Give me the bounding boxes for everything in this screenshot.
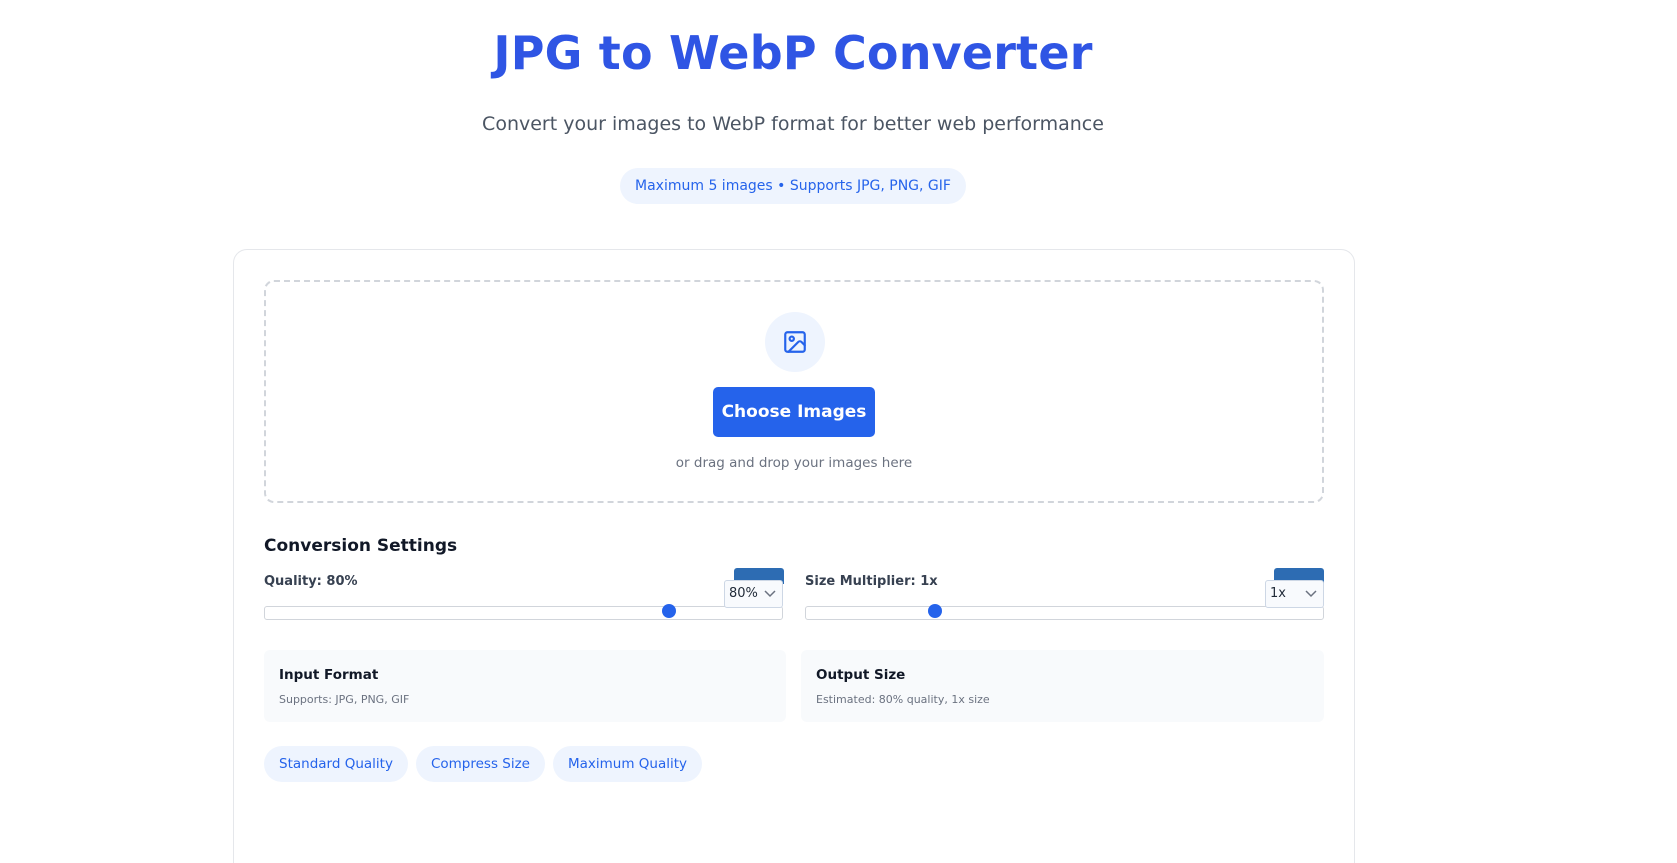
- preset-maximum-quality[interactable]: Maximum Quality: [553, 746, 703, 782]
- output-size-box: Output Size Estimated: 80% quality, 1x s…: [801, 650, 1324, 722]
- input-format-box: Input Format Supports: JPG, PNG, GIF: [264, 650, 786, 722]
- choose-images-button[interactable]: Choose Images: [713, 387, 875, 437]
- settings-title: Conversion Settings: [264, 536, 458, 556]
- chevron-down-icon: [1305, 590, 1317, 598]
- input-format-desc: Supports: JPG, PNG, GIF: [279, 693, 410, 706]
- page-subtitle: Convert your images to WebP format for b…: [482, 113, 1104, 135]
- size-multiplier-control: Size Multiplier: 1x 1x: [805, 568, 1324, 624]
- size-multiplier-select[interactable]: 1x: [1265, 580, 1324, 608]
- preset-buttons: Standard Quality Compress Size Maximum Q…: [264, 746, 703, 782]
- size-multiplier-slider-track[interactable]: [805, 606, 1324, 620]
- chevron-down-icon: [764, 590, 776, 598]
- output-size-title: Output Size: [816, 667, 906, 683]
- limits-badge: Maximum 5 images • Supports JPG, PNG, GI…: [620, 168, 966, 204]
- converter-card: Choose Images or drag and drop your imag…: [233, 249, 1355, 863]
- quality-slider-track[interactable]: [264, 606, 783, 620]
- preset-standard-quality[interactable]: Standard Quality: [264, 746, 408, 782]
- quality-select[interactable]: 80%: [724, 580, 783, 608]
- output-size-desc: Estimated: 80% quality, 1x size: [816, 693, 990, 706]
- size-multiplier-slider-thumb[interactable]: [927, 604, 942, 618]
- quality-control: Quality: 80% 80%: [264, 568, 784, 624]
- drop-hint: or drag and drop your images here: [675, 455, 913, 471]
- quality-select-value: 80%: [729, 586, 758, 601]
- size-multiplier-label: Size Multiplier: 1x: [805, 574, 938, 589]
- size-select-value: 1x: [1270, 586, 1286, 601]
- quality-slider-thumb[interactable]: [661, 604, 676, 618]
- input-format-title: Input Format: [279, 667, 379, 683]
- preset-compress-size[interactable]: Compress Size: [415, 746, 545, 782]
- page-title: JPG to WebP Converter: [493, 26, 1093, 80]
- quality-label: Quality: 80%: [264, 574, 358, 589]
- image-icon: [765, 312, 825, 372]
- drop-zone[interactable]: Choose Images or drag and drop your imag…: [264, 280, 1324, 503]
